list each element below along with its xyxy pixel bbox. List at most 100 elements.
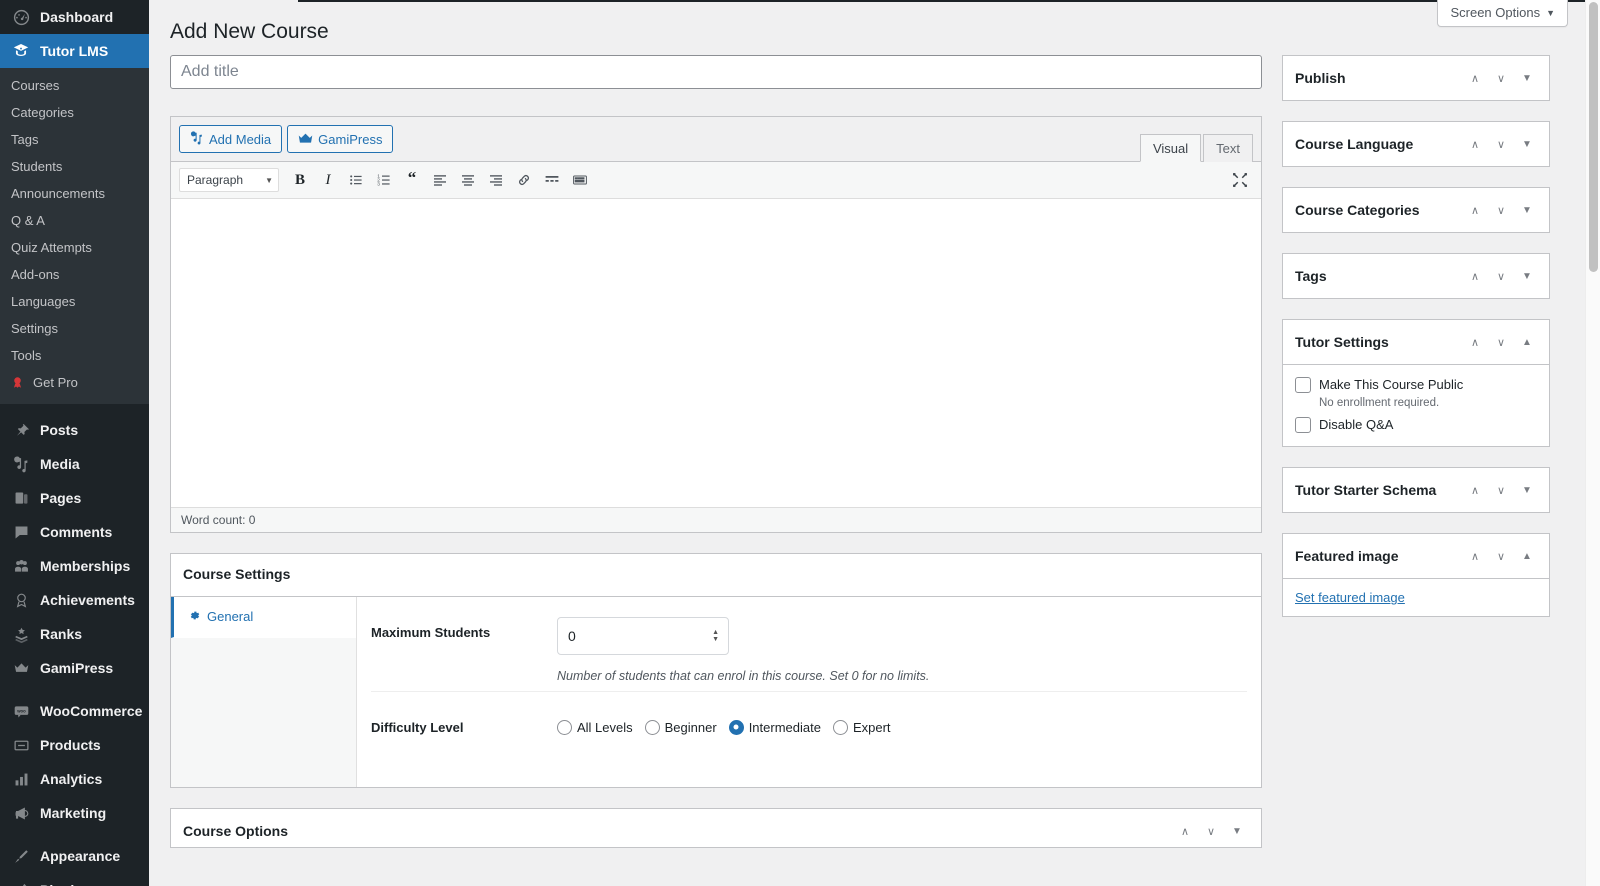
toggle-panel-icon[interactable]: ▲: [1515, 544, 1539, 568]
publish-panel-title: Publish: [1295, 69, 1346, 89]
featured-image-header[interactable]: Featured image ∧ ∨ ▲: [1283, 534, 1549, 579]
submenu-label: Tags: [11, 132, 38, 147]
toolbar-toggle-icon[interactable]: [567, 167, 593, 193]
tutor-starter-schema-header[interactable]: Tutor Starter Schema ∧ ∨ ▼: [1283, 468, 1549, 512]
sidebar-item-students[interactable]: Students: [0, 153, 149, 180]
move-up-icon[interactable]: ∧: [1463, 264, 1487, 288]
sidebar-item-announcements[interactable]: Announcements: [0, 180, 149, 207]
move-down-icon[interactable]: ∨: [1199, 820, 1223, 844]
tab-visual[interactable]: Visual: [1140, 134, 1201, 162]
disable-qa-checkbox[interactable]: [1295, 417, 1311, 433]
sidebar-item-pages[interactable]: Pages: [0, 481, 149, 515]
move-down-icon[interactable]: ∨: [1489, 264, 1513, 288]
toggle-panel-icon[interactable]: ▼: [1515, 264, 1539, 288]
sidebar-item-courses[interactable]: Courses: [0, 72, 149, 99]
sidebar-item-languages[interactable]: Languages: [0, 288, 149, 315]
sidebar-item-achievements[interactable]: Achievements: [0, 583, 149, 617]
bold-icon[interactable]: B: [287, 167, 313, 193]
move-down-icon[interactable]: ∨: [1489, 132, 1513, 156]
tutor-settings-header[interactable]: Tutor Settings ∧ ∨ ▲: [1283, 320, 1549, 365]
maximum-students-input[interactable]: [557, 617, 729, 655]
sidebar-item-tags[interactable]: Tags: [0, 126, 149, 153]
align-right-icon[interactable]: [483, 167, 509, 193]
move-up-icon[interactable]: ∧: [1463, 198, 1487, 222]
move-up-icon[interactable]: ∧: [1463, 66, 1487, 90]
make-course-public-checkbox[interactable]: [1295, 377, 1311, 393]
move-down-icon[interactable]: ∨: [1489, 66, 1513, 90]
move-up-icon[interactable]: ∧: [1463, 478, 1487, 502]
radio-label: Expert: [853, 720, 891, 735]
scrollbar-thumb[interactable]: [1589, 2, 1598, 272]
sidebar-item-media[interactable]: Media: [0, 447, 149, 481]
align-center-icon[interactable]: [455, 167, 481, 193]
move-up-icon[interactable]: ∧: [1463, 544, 1487, 568]
sidebar-item-qa[interactable]: Q & A: [0, 207, 149, 234]
sidebar-item-marketing[interactable]: Marketing: [0, 796, 149, 830]
course-language-header[interactable]: Course Language ∧ ∨ ▼: [1283, 122, 1549, 166]
set-featured-image-link[interactable]: Set featured image: [1295, 590, 1405, 605]
sidebar-item-quiz-attempts[interactable]: Quiz Attempts: [0, 234, 149, 261]
sidebar-item-comments[interactable]: Comments: [0, 515, 149, 549]
toggle-panel-icon[interactable]: ▼: [1515, 132, 1539, 156]
sidebar-item-gamipress[interactable]: GamiPress: [0, 651, 149, 685]
screen-options-button[interactable]: Screen Options▼: [1437, 0, 1568, 27]
sidebar-item-dashboard[interactable]: Dashboard: [0, 0, 149, 34]
sidebar-item-get-pro[interactable]: Get Pro: [0, 369, 149, 396]
editor-content-area[interactable]: [171, 199, 1261, 507]
move-down-icon[interactable]: ∨: [1489, 478, 1513, 502]
sidebar-item-memberships[interactable]: Memberships: [0, 549, 149, 583]
insert-link-icon[interactable]: [511, 167, 537, 193]
radio-beginner[interactable]: Beginner: [645, 720, 717, 735]
tutor-starter-schema-panel: Tutor Starter Schema ∧ ∨ ▼: [1282, 467, 1550, 513]
gamipress-button[interactable]: GamiPress: [287, 125, 393, 153]
radio-intermediate[interactable]: Intermediate: [729, 720, 821, 735]
maximum-students-control: ▲▼ Number of students that can enrol in …: [557, 617, 1247, 683]
sidebar-item-tutor-lms[interactable]: Tutor LMS: [0, 34, 149, 68]
course-categories-header[interactable]: Course Categories ∧ ∨ ▼: [1283, 188, 1549, 232]
tab-text[interactable]: Text: [1203, 134, 1253, 162]
move-up-icon[interactable]: ∧: [1463, 132, 1487, 156]
sidebar-item-settings[interactable]: Settings: [0, 315, 149, 342]
toggle-panel-icon[interactable]: ▲: [1515, 330, 1539, 354]
align-left-icon[interactable]: [427, 167, 453, 193]
make-course-public-row[interactable]: Make This Course Public: [1295, 376, 1537, 394]
read-more-icon[interactable]: [539, 167, 565, 193]
publish-panel-header[interactable]: Publish ∧ ∨ ▼: [1283, 56, 1549, 100]
numbered-list-icon[interactable]: 123: [371, 167, 397, 193]
toggle-panel-icon[interactable]: ▼: [1515, 66, 1539, 90]
sidebar-item-plugins[interactable]: Plugins: [0, 873, 149, 886]
sidebar-item-add-ons[interactable]: Add-ons: [0, 261, 149, 288]
toggle-panel-icon[interactable]: ▼: [1515, 478, 1539, 502]
paragraph-format-select[interactable]: Paragraph ▼: [179, 168, 279, 192]
radio-expert[interactable]: Expert: [833, 720, 891, 735]
sidebar-item-categories[interactable]: Categories: [0, 99, 149, 126]
tags-handle-actions: ∧ ∨ ▼: [1463, 264, 1539, 288]
tags-panel-header[interactable]: Tags ∧ ∨ ▼: [1283, 254, 1549, 298]
sidebar-item-ranks[interactable]: Ranks: [0, 617, 149, 651]
tab-general[interactable]: General: [171, 597, 356, 638]
move-down-icon[interactable]: ∨: [1489, 544, 1513, 568]
move-up-icon[interactable]: ∧: [1463, 330, 1487, 354]
sidebar-item-products[interactable]: Products: [0, 728, 149, 762]
radio-all-levels[interactable]: All Levels: [557, 720, 633, 735]
move-up-icon[interactable]: ∧: [1173, 820, 1197, 844]
disable-qa-row[interactable]: Disable Q&A: [1295, 416, 1537, 434]
toggle-panel-icon[interactable]: ▼: [1515, 198, 1539, 222]
marketing-icon: [11, 805, 31, 822]
bulleted-list-icon[interactable]: [343, 167, 369, 193]
page-scrollbar[interactable]: [1585, 0, 1600, 886]
add-media-button[interactable]: Add Media: [179, 125, 282, 153]
sidebar-item-analytics[interactable]: Analytics: [0, 762, 149, 796]
distraction-free-icon[interactable]: [1227, 167, 1253, 193]
course-title-input[interactable]: [170, 55, 1262, 89]
move-down-icon[interactable]: ∨: [1489, 330, 1513, 354]
sidebar-item-posts[interactable]: Posts: [0, 413, 149, 447]
sidebar-item-appearance[interactable]: Appearance: [0, 839, 149, 873]
blockquote-icon[interactable]: “: [399, 167, 425, 193]
italic-icon[interactable]: I: [315, 167, 341, 193]
sidebar-item-tools[interactable]: Tools: [0, 342, 149, 369]
toggle-panel-icon[interactable]: ▼: [1225, 820, 1249, 844]
move-down-icon[interactable]: ∨: [1489, 198, 1513, 222]
sidebar-item-woocommerce[interactable]: woo WooCommerce: [0, 694, 149, 728]
top-divider: [298, 0, 1600, 2]
